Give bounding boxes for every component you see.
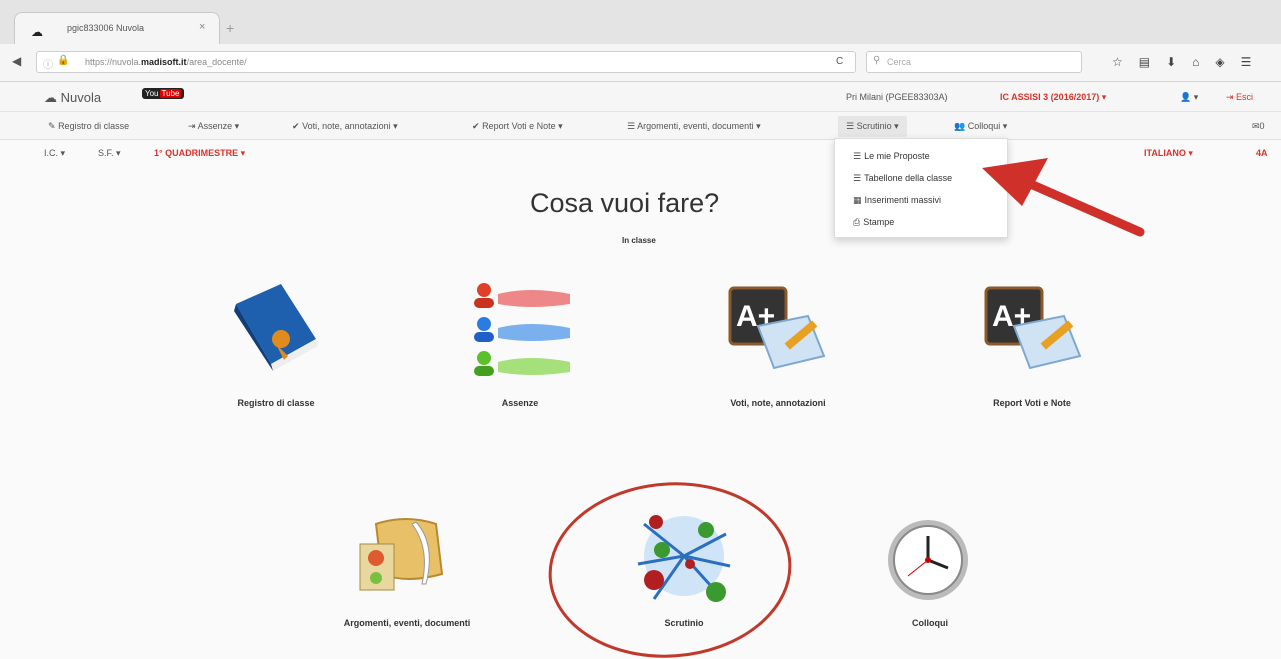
tile-label: Report Voti e Note [993, 398, 1071, 408]
menu-colloqui[interactable]: 👥 Colloqui ▾ [954, 121, 1007, 132]
scrutinio-icon [637, 515, 731, 602]
app-header: ☁ Nuvola You Tube Pri Milani (PGEE83303A)… [0, 82, 1281, 112]
list-icon: ☰ [853, 151, 862, 161]
grades-report-icon: A+ [984, 286, 1082, 370]
tile-label: Assenze [501, 398, 539, 408]
browser-tab-bar: ☁ pgic833006 Nuvola × + [0, 0, 1281, 46]
dropdown-item-stampe[interactable]: ⎙ Stampe [853, 217, 894, 228]
documents-icon [359, 518, 444, 591]
tile-label: Colloqui [912, 618, 948, 628]
reload-button[interactable]: C [836, 56, 843, 67]
address-bar[interactable]: ⓘ 🔒 https://nuvola.madisoft.it/area_doce… [36, 51, 856, 73]
check-icon: ✔ [292, 121, 300, 131]
menu-report[interactable]: ✔ Report Voti e Note ▾ [472, 121, 563, 132]
institution-dropdown[interactable]: IC ASSISI 3 (2016/2017) ▾ [1000, 92, 1106, 103]
page-subtitle: In classe [622, 236, 656, 245]
class-label[interactable]: 4A [1256, 148, 1268, 158]
check-icon: ✔ [472, 121, 480, 131]
grid-icon: ▦ [853, 195, 862, 205]
grades-icon: A+ [728, 286, 826, 370]
new-tab-button[interactable]: + [226, 20, 234, 36]
sf-dropdown[interactable]: S.F. ▾ [98, 148, 121, 159]
dropdown-item-tabellone[interactable]: ☰ Tabellone della classe [853, 173, 952, 184]
search-input[interactable]: ⚲ Cerca [866, 51, 1082, 73]
page-title: Cosa vuoi fare? [530, 188, 720, 218]
browser-tab[interactable]: ☁ pgic833006 Nuvola × [14, 12, 220, 46]
list-icon: ☰ [846, 121, 855, 131]
arrow-icon: ⇥ [188, 121, 196, 131]
print-icon: ⎙ [853, 217, 861, 227]
tile-label: Registro di classe [237, 398, 315, 408]
bookmark-star-icon[interactable]: ☆ [1112, 55, 1123, 69]
pocket-icon[interactable]: ◈ [1215, 55, 1224, 69]
search-placeholder: Cerca [887, 57, 912, 67]
scrutinio-dropdown-menu: ☰ Le mie Proposte ☰ Tabellone della classe… [834, 138, 1008, 238]
tile-label: Scrutinio [664, 618, 704, 628]
tile-label: Argomenti, eventi, documenti [343, 618, 471, 628]
back-arrow-icon[interactable]: ◀ [12, 54, 21, 68]
list-icon: ☰ [627, 121, 636, 131]
menu-scrutinio[interactable]: ☰ Scrutinio ▾ [838, 116, 907, 137]
people-icon: 👥 [954, 121, 966, 131]
lock-icon: 🔒 [57, 55, 70, 66]
reading-list-icon[interactable]: ▤ [1139, 55, 1150, 69]
menu-argomenti[interactable]: ☰ Argomenti, eventi, documenti ▾ [627, 121, 761, 132]
tile-label: Voti, note, annotazioni [730, 398, 826, 408]
youtube-badge[interactable]: You Tube [142, 88, 185, 99]
menu-icon[interactable]: ☰ [1241, 55, 1252, 69]
messages-link[interactable]: ✉0 [1252, 121, 1265, 132]
home-icon[interactable]: ⌂ [1192, 55, 1199, 69]
school-label: Pri Milani (PGEE83303A) [846, 92, 948, 102]
search-icon: ⚲ [873, 55, 881, 66]
url-text: https://nuvola.madisoft.it/area_docente/ [85, 57, 247, 67]
context-bar: I.C. ▾ S.F. ▾ 1° QUADRIMESTRE ▾ ITALIANO… [0, 140, 1281, 166]
user-menu[interactable]: 👤 ▾ [1180, 92, 1198, 103]
list-icon: ☰ [853, 173, 862, 183]
app-logo[interactable]: ☁ Nuvola [44, 90, 101, 106]
dropdown-item-proposte[interactable]: ☰ Le mie Proposte [853, 151, 930, 162]
cloud-icon: ☁ [31, 25, 43, 39]
tab-title: pgic833006 Nuvola [67, 23, 145, 33]
user-icon: 👤 [1180, 92, 1192, 102]
subject-dropdown[interactable]: ITALIANO ▾ [1144, 148, 1193, 159]
download-icon[interactable]: ⬇ [1166, 55, 1176, 69]
info-icon[interactable]: ⓘ [43, 56, 53, 71]
browser-toolbar: ◀ ⓘ 🔒 https://nuvola.madisoft.it/area_do… [0, 44, 1281, 82]
menu-assenze[interactable]: ⇥ Assenze ▾ [188, 121, 239, 132]
register-book-icon [234, 284, 318, 371]
menu-registro[interactable]: ✎ Registro di classe [48, 121, 129, 132]
dropdown-item-inserimenti[interactable]: ▦ Inserimenti massivi [853, 195, 941, 206]
tab-close-button[interactable]: × [199, 21, 205, 33]
absences-icon [474, 283, 570, 376]
clock-icon [888, 520, 968, 600]
period-dropdown[interactable]: 1° QUADRIMESTRE ▾ [154, 148, 245, 159]
toolbar-icons: ☆ ▤ ⬇ ⌂ ◈ ☰ [1112, 55, 1251, 69]
main-menu: ✎ Registro di classe ⇥ Assenze ▾ ✔ Voti,… [0, 112, 1281, 140]
ic-dropdown[interactable]: I.C. ▾ [44, 148, 65, 159]
menu-voti[interactable]: ✔ Voti, note, annotazioni ▾ [292, 121, 398, 132]
annotation-arrow [1021, 177, 1145, 237]
logout-link[interactable]: ⇥ Esci [1226, 92, 1253, 103]
envelope-icon: ✉ [1252, 121, 1260, 131]
pencil-icon: ✎ [48, 121, 56, 131]
